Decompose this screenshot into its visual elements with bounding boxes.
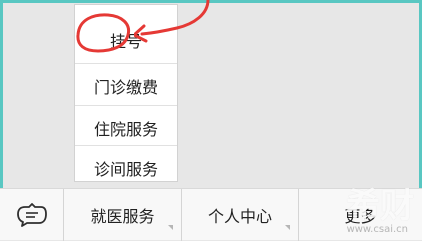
bottom-tab-bar: 就医服务 个人中心 更多: [0, 188, 422, 241]
tab-chat[interactable]: [0, 189, 64, 241]
menu-item-consultation-service-label: 诊间服务: [93, 159, 158, 179]
menu-item-outpatient-payment-label: 门诊缴费: [93, 77, 158, 97]
menu-item-inpatient-service[interactable]: 住院服务: [75, 105, 177, 149]
tab-medical-service[interactable]: 就医服务: [64, 189, 182, 241]
menu-item-registration[interactable]: 挂号: [75, 18, 177, 62]
tab-personal-center-label: 个人中心: [207, 207, 272, 226]
menu-item-consultation-service[interactable]: 诊间服务: [75, 145, 177, 189]
chat-bubble-icon: [16, 203, 47, 227]
service-popup-menu: 挂号 门诊缴费 住院服务 诊间服务: [74, 4, 178, 182]
menu-item-registration-label: 挂号: [109, 32, 142, 51]
tab-more-label: 更多: [344, 207, 377, 226]
submenu-caret-icon: [168, 225, 173, 230]
top-frame-border: [0, 0, 422, 3]
menu-item-inpatient-service-label: 住院服务: [93, 119, 158, 139]
tab-personal-center[interactable]: 个人中心: [182, 189, 299, 241]
submenu-caret-icon: [285, 225, 290, 230]
menu-item-outpatient-payment[interactable]: 门诊缴费: [75, 63, 177, 107]
tab-medical-service-label: 就医服务: [90, 207, 155, 226]
tab-more[interactable]: 更多: [299, 189, 422, 241]
